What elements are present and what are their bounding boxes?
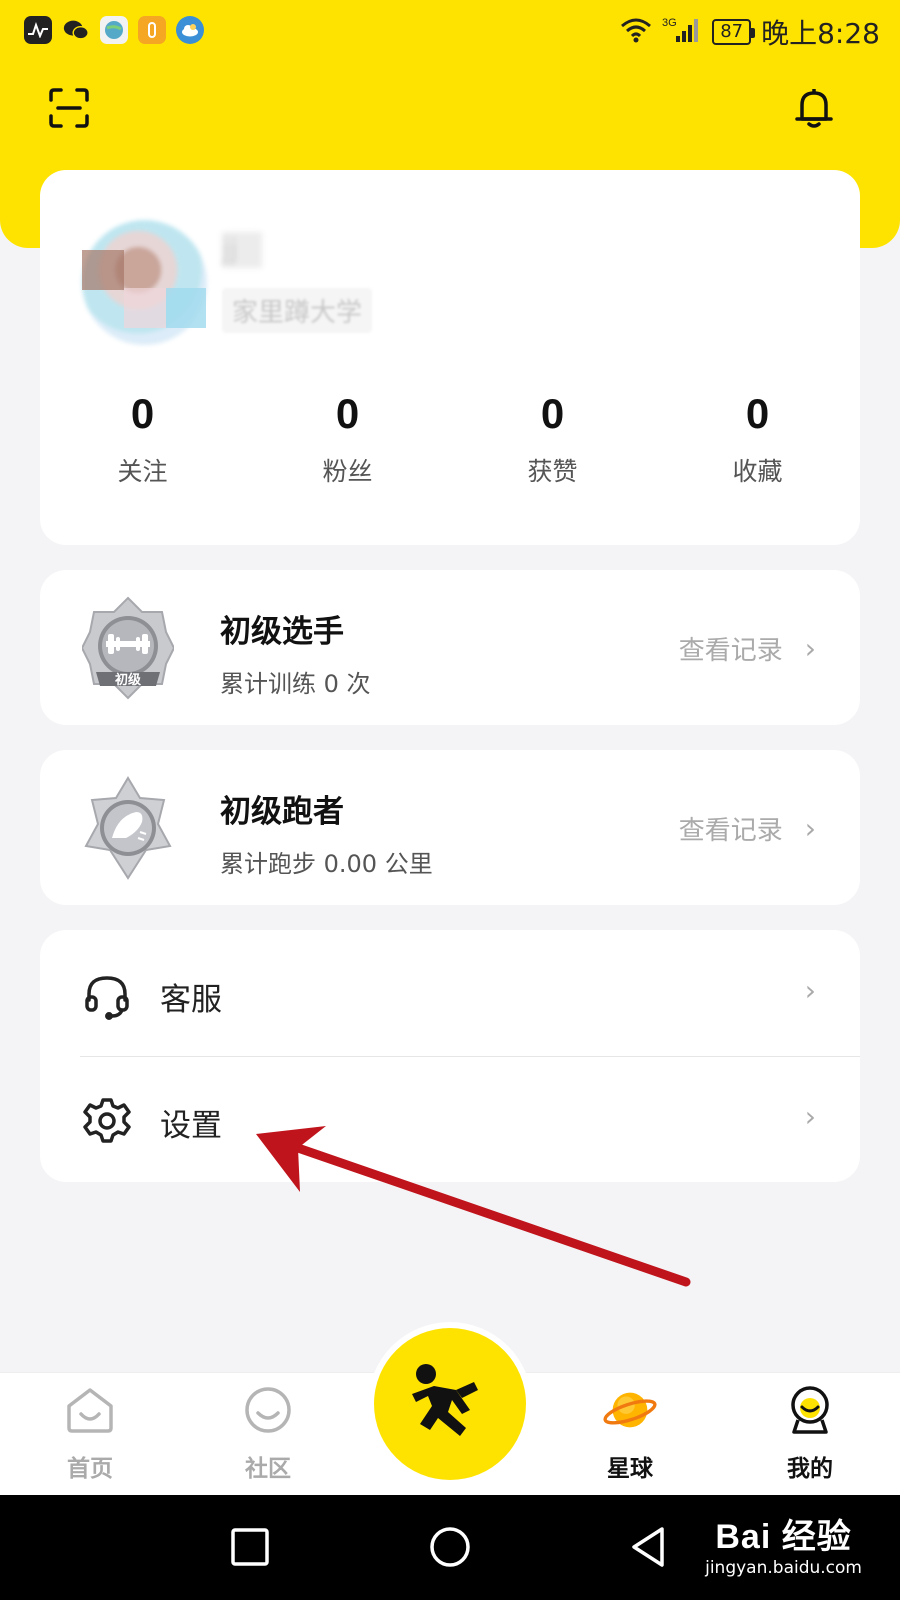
menu-item-settings[interactable]: 设置 ›	[40, 1056, 860, 1182]
watermark-url: jingyan.baidu.com	[705, 1558, 862, 1578]
stat-following[interactable]: 0 关注	[40, 390, 245, 488]
badge-level-text: 初级	[115, 672, 142, 688]
training-badge-card[interactable]: 初级 初级选手 累计训练 0 次 查看记录 ›	[40, 570, 860, 725]
signal-icon: 3G	[662, 16, 702, 49]
profile-card: jj 家里蹲大学 0 关注 0 粉丝 0 获赞 0 收藏	[40, 170, 860, 545]
wifi-icon	[620, 17, 652, 48]
training-badge-icon: 初级	[80, 596, 176, 700]
view-record-link[interactable]: 查看记录 ›	[679, 630, 816, 667]
tab-home[interactable]: 首页	[30, 1383, 150, 1483]
back-button[interactable]	[626, 1525, 670, 1569]
watermark-main: Bai 经验	[715, 1518, 852, 1556]
chevron-right-icon: ›	[804, 632, 816, 665]
status-right: 3G 87 晚上8:28	[620, 12, 880, 52]
stat-likes[interactable]: 0 获赞	[450, 390, 655, 488]
tab-label: 社区	[245, 1456, 291, 1482]
stat-followers[interactable]: 0 粉丝	[245, 390, 450, 488]
network-type: 3G	[662, 17, 677, 29]
recent-apps-button[interactable]	[228, 1525, 272, 1569]
stats-row: 0 关注 0 粉丝 0 获赞 0 收藏	[40, 390, 860, 488]
username[interactable]: jj	[222, 232, 262, 268]
user-school: 家里蹲大学	[222, 288, 373, 333]
menu-card: 客服 › 设置 ›	[40, 930, 860, 1182]
stat-label: 获赞	[527, 457, 578, 486]
run-button-inner	[374, 1328, 526, 1480]
view-record-link[interactable]: 查看记录 ›	[679, 810, 816, 847]
stat-value: 0	[130, 390, 155, 437]
planet-icon	[603, 1383, 657, 1437]
home-icon	[63, 1383, 117, 1437]
status-bar: 3G 87 晚上8:28	[0, 0, 900, 62]
stat-value: 0	[745, 390, 770, 437]
headset-icon	[82, 970, 132, 1020]
smile-icon	[241, 1383, 295, 1437]
notification-icons	[24, 16, 204, 44]
avatar-pixelation	[166, 288, 206, 328]
weather-icon	[176, 16, 204, 44]
gear-icon	[82, 1096, 132, 1146]
stat-favorites[interactable]: 0 收藏	[655, 390, 860, 488]
wechat-icon	[62, 16, 90, 44]
activity-icon	[24, 16, 52, 44]
stat-label: 粉丝	[322, 457, 373, 486]
tab-community[interactable]: 社区	[208, 1383, 328, 1483]
badge-title: 初级选手	[220, 614, 344, 650]
battery-indicator: 87	[712, 19, 756, 45]
system-nav-bar: Bai 经验 jingyan.baidu.com	[0, 1495, 900, 1600]
badge-title: 初级跑者	[220, 794, 344, 830]
stat-label: 收藏	[732, 457, 783, 486]
avatar-pixelation	[124, 288, 166, 328]
stat-value: 0	[335, 390, 360, 437]
browser-icon	[100, 16, 128, 44]
tab-label: 首页	[67, 1456, 113, 1482]
badge-subtitle: 累计跑步 0.00 公里	[220, 850, 433, 878]
tab-mine[interactable]: 我的	[750, 1383, 870, 1483]
start-run-button[interactable]	[368, 1322, 532, 1486]
home-button[interactable]	[428, 1525, 472, 1569]
tab-label: 我的	[787, 1456, 833, 1482]
stat-value: 0	[540, 390, 565, 437]
menu-label: 客服	[160, 982, 222, 1018]
tab-planet[interactable]: 星球	[570, 1383, 690, 1483]
running-badge-icon	[82, 776, 174, 880]
status-time: 晚上8:28	[761, 17, 880, 50]
stat-label: 关注	[117, 457, 168, 486]
tab-label: 星球	[607, 1456, 653, 1482]
badge-subtitle: 累计训练 0 次	[220, 670, 371, 698]
scan-icon[interactable]	[45, 84, 93, 132]
menu-label: 设置	[160, 1108, 222, 1144]
app-icon	[138, 16, 166, 44]
view-record-label: 查看记录	[678, 636, 783, 666]
profile-icon	[783, 1383, 837, 1437]
baidu-watermark: Bai 经验 jingyan.baidu.com	[705, 1509, 862, 1578]
chevron-right-icon: ›	[804, 812, 816, 845]
avatar-pixelation	[82, 250, 124, 290]
menu-item-customer-service[interactable]: 客服 ›	[40, 930, 860, 1056]
view-record-label: 查看记录	[678, 816, 783, 846]
running-man-icon	[404, 1356, 496, 1452]
chevron-right-icon: ›	[804, 974, 816, 1007]
bell-icon[interactable]	[790, 84, 838, 132]
running-badge-card[interactable]: 初级跑者 累计跑步 0.00 公里 查看记录 ›	[40, 750, 860, 905]
chevron-right-icon: ›	[804, 1100, 816, 1133]
